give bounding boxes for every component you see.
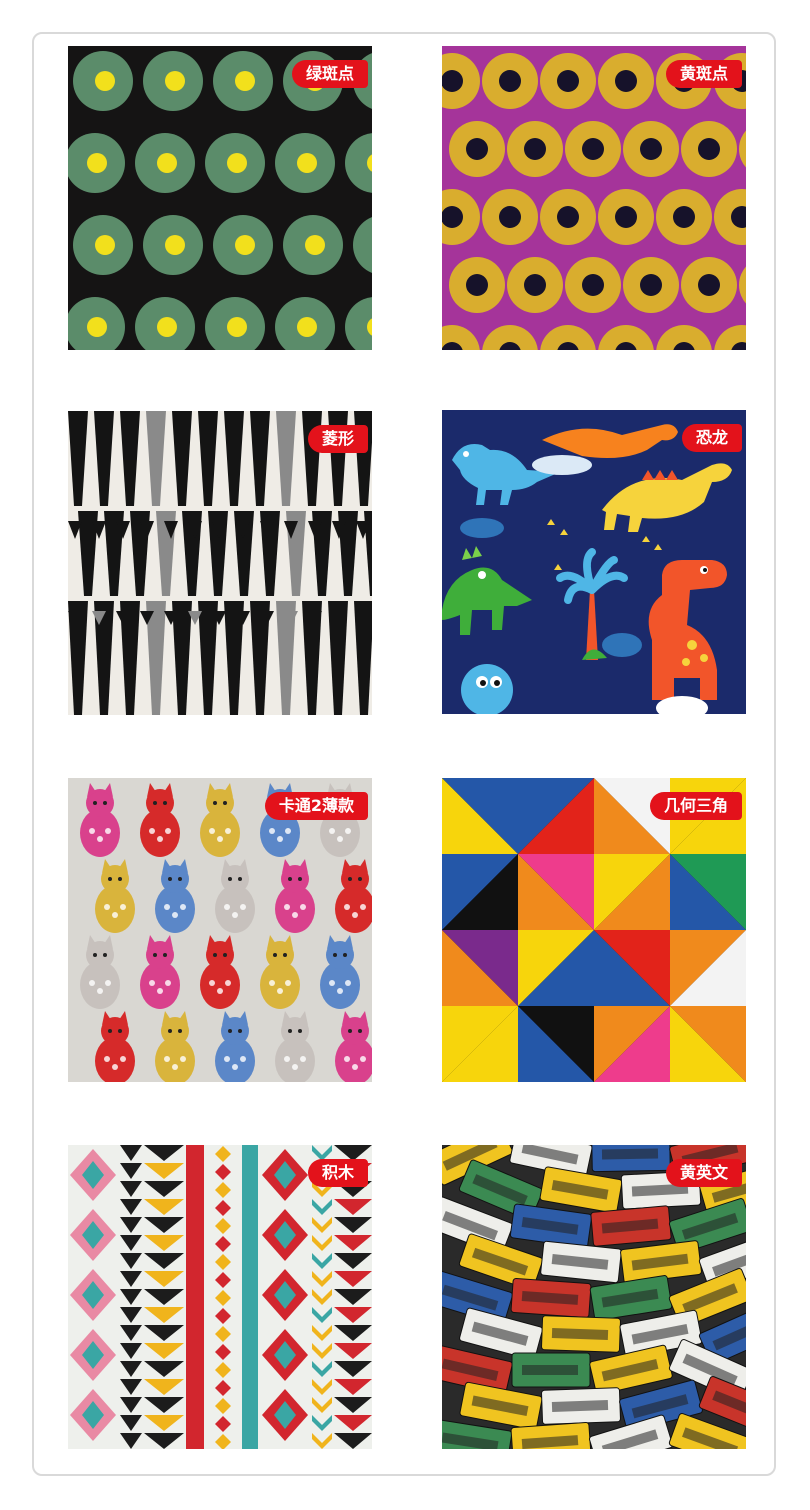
swatch-label: 积木 — [307, 1159, 368, 1187]
swatch-cartoon[interactable]: 卡通2薄款 — [68, 778, 372, 1082]
swatch-cartoon-image — [68, 778, 372, 1082]
swatch-diamond-image — [68, 411, 372, 715]
swatch-blocks[interactable]: 积木 — [68, 1145, 372, 1449]
swatch-yellow-dots-image — [442, 46, 746, 350]
swatch-yellow-english[interactable]: 黄英文 — [442, 1145, 746, 1449]
swatch-geometric-triangles-image — [442, 778, 746, 1082]
swatch-geometric-triangles[interactable]: 几何三角 — [442, 778, 746, 1082]
swatch-diamond[interactable]: 菱形 — [68, 411, 372, 715]
swatch-label: 卡通2薄款 — [264, 792, 368, 820]
swatch-label: 黄斑点 — [665, 60, 742, 88]
swatch-yellow-dots[interactable]: 黄斑点 — [442, 46, 746, 350]
swatch-label: 黄英文 — [665, 1159, 742, 1187]
swatch-label: 几何三角 — [649, 792, 742, 820]
swatch-dinosaur[interactable]: 恐龙 — [442, 410, 746, 714]
swatch-label: 恐龙 — [681, 424, 742, 452]
swatch-yellow-english-image — [442, 1145, 746, 1449]
swatch-label: 绿斑点 — [291, 60, 368, 88]
swatch-green-dots-image — [68, 46, 372, 350]
swatch-green-dots[interactable]: 绿斑点 — [68, 46, 372, 350]
swatch-dinosaur-image — [442, 410, 746, 714]
swatch-label: 菱形 — [307, 425, 368, 453]
swatch-blocks-image — [68, 1145, 372, 1449]
